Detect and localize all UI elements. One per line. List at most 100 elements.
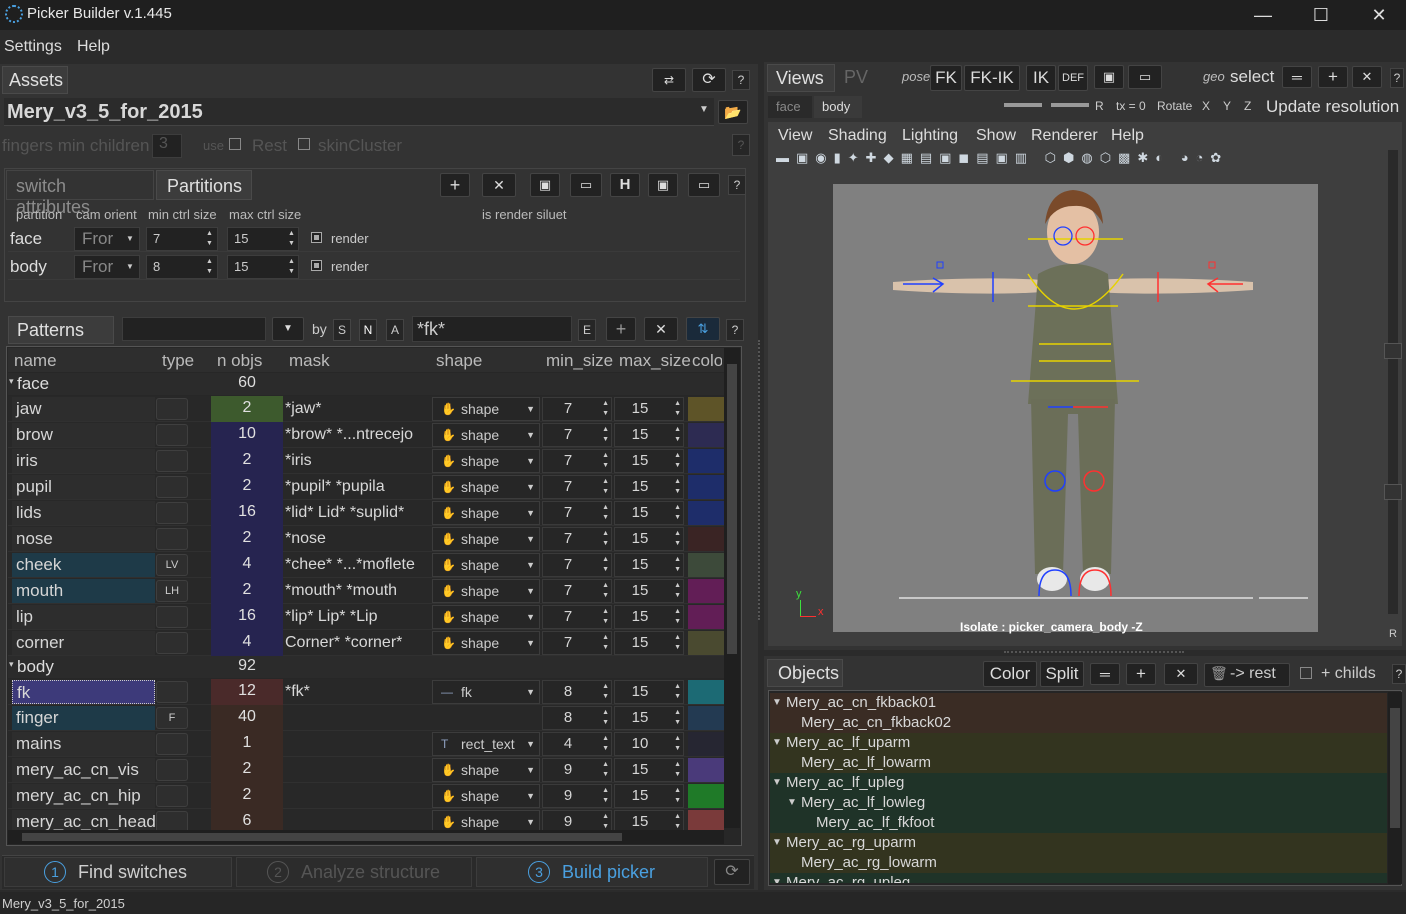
pattern-preset-input[interactable] [122,317,266,341]
add-icon[interactable]: + [606,317,636,341]
group-row[interactable] [8,656,724,678]
tab-patterns[interactable]: Patterns [8,316,114,344]
pattern-mask[interactable]: *fk* [285,680,429,704]
pattern-mask[interactable]: *jaw* [285,397,429,421]
min-size-input[interactable]: 7 ▲ ▼ [542,423,612,447]
shape-select[interactable]: ✋ shape ▼ [432,449,540,473]
pattern-mask[interactable]: *mouth* *mouth [285,579,429,603]
pattern-name[interactable]: mains [12,732,155,756]
close-button[interactable]: ✕ [1356,2,1402,28]
swap-icon[interactable]: ⇄ [652,68,686,92]
tree-item[interactable]: Mery_ac_rg_lowarm [770,853,1387,873]
childs-checkbox[interactable] [1300,667,1312,679]
min-size-input[interactable]: 9 ▲ ▼ [542,758,612,782]
e-button[interactable]: E [578,319,596,341]
add-icon[interactable]: + [440,173,470,197]
tab-partitions[interactable]: Partitions [156,170,252,200]
split-button[interactable]: Split [1040,661,1084,687]
tree-item[interactable]: Mery_ac_cn_fkback02 [770,713,1387,733]
tab-pv[interactable]: PV [836,64,876,92]
spinner-icon[interactable]: ▲ ▼ [674,812,681,832]
spinner-icon[interactable]: ▲ ▼ [602,708,609,728]
rest-checkbox[interactable] [229,138,241,150]
color-swatch[interactable] [688,758,724,782]
pattern-type[interactable] [156,632,188,654]
max-size-input[interactable]: 15 ▲ ▼ [614,579,684,603]
tree-item[interactable]: ▼ Mery_ac_lf_upleg [770,773,1387,793]
max-size-input[interactable]: 15 ▲ ▼ [614,680,684,704]
min-size-input[interactable]: 7 ▲ ▼ [542,631,612,655]
spinner-icon[interactable]: ▲ ▼ [674,555,681,575]
shape-select[interactable]: ✋ shape ▼ [432,631,540,655]
spinner-icon[interactable]: ▲ ▼ [674,682,681,702]
spinner-icon[interactable]: ▲ ▼ [602,529,609,549]
spinner-icon[interactable]: ▲ ▼ [602,812,609,832]
pattern-name[interactable]: corner [12,631,155,655]
pattern-mask[interactable]: *brow* *...ntrecejo [285,423,429,447]
max-size-input[interactable]: 15 ▲ ▼ [614,475,684,499]
update-resolution-button[interactable]: Update resolution [1266,97,1399,117]
pattern-mask[interactable]: *nose [285,527,429,551]
pattern-type[interactable]: F [156,707,188,729]
tab-views[interactable]: Views [767,64,835,92]
subtab-face[interactable]: face [768,96,812,118]
color-swatch[interactable] [688,553,724,577]
add-icon[interactable]: + [1318,66,1348,88]
spinner-icon[interactable]: ▲ ▼ [674,451,681,471]
help-icon[interactable]: ? [728,175,746,195]
color-swatch[interactable] [688,527,724,551]
group-row[interactable] [8,373,724,395]
h-icon[interactable]: H [610,173,640,197]
shape-select[interactable]: ✋ shape ▼ [432,553,540,577]
spinner-icon[interactable]: ▲ ▼ [602,425,609,445]
filter-n-button[interactable]: N [359,319,377,341]
pose-fk-ik-button[interactable]: FK-IK [964,65,1020,91]
pattern-mask[interactable]: *chee* *...*moflete [285,553,429,577]
tree-item[interactable]: ▼ Mery_ac_lf_uparm [770,733,1387,753]
refresh-icon[interactable]: ⟳ [714,859,750,885]
tab-switch-attributes[interactable]: switch attributes [6,170,154,217]
pattern-name[interactable]: mery_ac_cn_hip [12,784,155,808]
panel-splitter[interactable] [758,340,762,620]
equals-icon[interactable]: ═ [1090,663,1120,685]
shape-select[interactable]: ✋ shape ▼ [432,579,540,603]
spinner-icon[interactable]: ▲ ▼ [674,607,681,627]
viewport-menu-lighting[interactable]: Lighting [902,127,958,145]
max-size-input[interactable]: 15 ▲ ▼ [614,605,684,629]
pose-ik-button[interactable]: IK [1026,65,1056,91]
resolution-slider-b[interactable] [1051,103,1089,107]
pattern-name[interactable]: mery_ac_cn_vis [12,758,155,782]
spinner-icon[interactable]: ▲ ▼ [288,257,295,277]
pattern-type[interactable] [156,398,188,420]
patterns-hscroll-thumb[interactable] [22,833,622,841]
max-size-input[interactable]: 15 ▲ ▼ [614,397,684,421]
max-size-input[interactable]: 15 ▲ ▼ [614,758,684,782]
pattern-name[interactable]: cheek [12,553,155,577]
pattern-mask[interactable]: *iris [285,449,429,473]
pattern-name[interactable]: fk [12,680,155,704]
menu-help[interactable]: Help [77,38,110,56]
tree-item[interactable]: ▼ Mery_ac_rg_uparm [770,833,1387,853]
viewport-scroll-handle[interactable] [1384,484,1402,500]
folder-open-icon[interactable]: ▭ [1128,65,1162,89]
min-size-input[interactable]: 7 ▲ ▼ [542,605,612,629]
shape-select[interactable]: Trect_text ▼ [432,732,540,756]
tree-item[interactable]: ▼ Mery_ac_rg_upleg [770,873,1387,883]
viewport-menu-renderer[interactable]: Renderer [1031,127,1098,145]
col-shape[interactable]: shape [436,351,482,371]
max-size-input[interactable]: 15 ▲ ▼ [614,423,684,447]
pattern-mask[interactable]: *lip* Lip* *Lip [285,605,429,629]
color-swatch[interactable] [688,579,724,603]
delete-icon[interactable]: ✕ [1164,663,1198,685]
spinner-icon[interactable]: ▲ ▼ [602,633,609,653]
spinner-icon[interactable]: ▲ ▼ [602,477,609,497]
spinner-icon[interactable]: ▲ ▼ [602,760,609,780]
min-size-input[interactable]: 7 ▲ ▼ [542,475,612,499]
col-color[interactable]: colo [692,351,722,371]
pattern-name[interactable]: lip [12,605,155,629]
viewport-vscrollbar[interactable] [1388,150,1398,614]
save-icon[interactable]: ▣ [530,173,560,197]
color-button[interactable]: Color [983,661,1037,687]
spinner-icon[interactable]: ▲ ▼ [674,529,681,549]
color-swatch[interactable] [688,631,724,655]
